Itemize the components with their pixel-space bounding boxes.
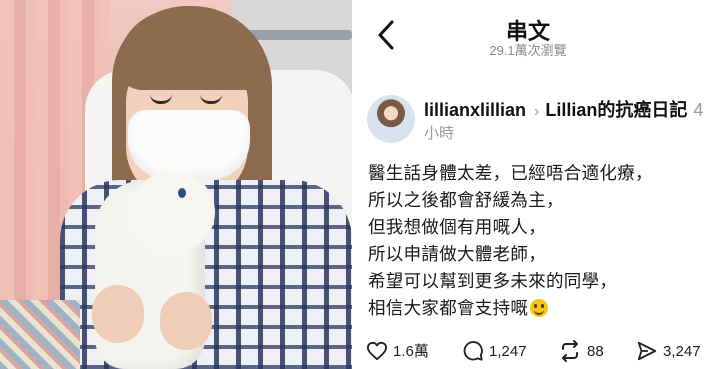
like-button[interactable]: 1.6萬 (366, 340, 429, 361)
post-time: 小時 (424, 125, 455, 142)
like-count: 1.6萬 (393, 343, 429, 360)
username-link[interactable]: lillianxlillian (424, 100, 526, 120)
topic-extra: 4 (693, 100, 704, 120)
post-line: 醫生話身體太差，已經唔合適化療， (368, 163, 653, 183)
repost-count: 88 (587, 342, 604, 360)
post-photo[interactable] (0, 0, 352, 369)
share-button[interactable]: 3,247 (636, 340, 701, 362)
share-count: 3,247 (663, 342, 701, 360)
author-line: lillianxlillian › Lillian的抗癌日記 4 (424, 96, 703, 122)
post-line-last: 相信大家都會支持嘅 (368, 295, 704, 322)
repost-icon (562, 340, 578, 362)
face-mask (128, 110, 250, 180)
moomin-head (130, 172, 215, 252)
post-body: 醫生話身體太差，已經唔合適化療， 所以之後都會舒緩為主， 但我想做個有用嘅人， … (368, 160, 704, 322)
action-bar: 1.6萬 1,247 88 3,247 (366, 340, 704, 364)
avatar[interactable] (367, 95, 415, 143)
post-line: 但我想做個有用嘅人， (368, 217, 546, 237)
comment-button[interactable]: 1,247 (462, 340, 527, 362)
post-line: 相信大家都會支持嘅 (368, 298, 529, 318)
post-line: 所以之後都會舒緩為主， (368, 190, 564, 210)
view-count: 29.1萬次瀏覽 (489, 43, 567, 58)
threads-post-panel: 串文 29.1萬次瀏覽 lillianxlillian › Lillian的抗癌日記… (352, 0, 704, 369)
post-line: 希望可以幫到更多未來的同學， (368, 271, 618, 291)
smiling-face-icon (530, 299, 549, 317)
comment-count: 1,247 (489, 342, 527, 360)
chevron-right-icon: › (534, 103, 540, 120)
repost-button[interactable]: 88 (558, 340, 604, 362)
heart-icon (366, 341, 387, 360)
topic-link[interactable]: Lillian的抗癌日記 (545, 100, 687, 120)
post-line: 所以申請做大體老師， (368, 244, 546, 264)
comment-icon (463, 341, 483, 361)
blanket (0, 300, 80, 369)
hand-right (160, 292, 212, 350)
moomin-eye (178, 188, 186, 198)
hand-left (92, 285, 144, 343)
send-icon (637, 341, 657, 361)
